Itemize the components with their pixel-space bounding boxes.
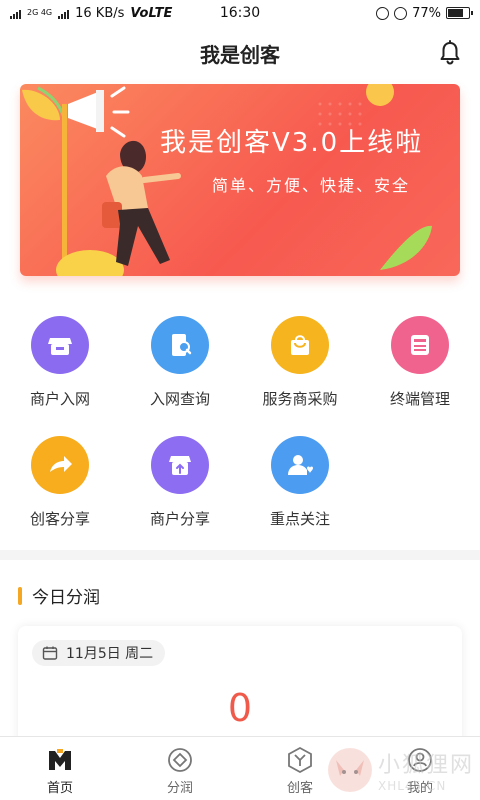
section-title: 今日分润 bbox=[32, 588, 100, 608]
shortcut-label: 终端管理 bbox=[389, 390, 450, 408]
status-right: 77% bbox=[376, 5, 473, 21]
diamond-icon bbox=[165, 745, 195, 775]
profit-amount: 0 bbox=[227, 686, 253, 730]
shortcut-onboard-query[interactable]: 入网查询 bbox=[120, 316, 240, 409]
fox-logo-icon bbox=[327, 748, 372, 792]
today-profit-card[interactable]: 11月5日 周二 0 bbox=[18, 626, 462, 746]
signal-icon-2 bbox=[58, 7, 70, 19]
watermark-domain: XHL45.CN bbox=[377, 779, 447, 793]
shortcut-merchant-onboard[interactable]: 商户入网 bbox=[0, 316, 120, 409]
app-screen: 2G 4G 16 KB/s VoLTE 16:30 77% 我是创客 我是创客V… bbox=[0, 0, 480, 800]
shortcut-label: 商户分享 bbox=[149, 510, 210, 528]
calendar-icon bbox=[42, 646, 58, 660]
promo-banner[interactable]: 我是创客V3.0上线啦 简单、方便、快捷、安全 bbox=[20, 84, 460, 276]
app-header: 我是创客 bbox=[0, 26, 480, 80]
tab-label: 分润 bbox=[166, 781, 193, 796]
lock-rotation-icon bbox=[376, 6, 390, 20]
search-phone-icon bbox=[151, 316, 209, 374]
tab-profit[interactable]: 分润 bbox=[120, 737, 240, 800]
status-left: 2G 4G 16 KB/s VoLTE bbox=[10, 6, 172, 21]
page-title: 我是创客 bbox=[200, 42, 280, 67]
date-text: 11月5日 周二 bbox=[66, 646, 154, 662]
section-accent-bar bbox=[18, 586, 22, 605]
shortcut-label: 创客分享 bbox=[29, 510, 90, 528]
shortcut-merchant-share[interactable]: 商户分享 bbox=[120, 436, 240, 529]
bell-icon[interactable] bbox=[438, 40, 462, 66]
network-speed: 16 KB/s bbox=[75, 5, 125, 21]
alarm-icon bbox=[394, 6, 408, 20]
shortcut-label: 服务商采购 bbox=[262, 390, 338, 408]
section-divider bbox=[0, 550, 480, 560]
hexagon-y-icon bbox=[285, 745, 315, 775]
volte-badge: VoLTE bbox=[130, 5, 173, 21]
today-profit-header: 今日分润 bbox=[18, 583, 100, 608]
watermark: 小狐狸网 XHL45.CN bbox=[326, 746, 474, 794]
battery-icon bbox=[446, 7, 473, 19]
status-bar: 2G 4G 16 KB/s VoLTE 16:30 77% bbox=[0, 0, 480, 26]
shortcut-terminal-manage[interactable]: 终端管理 bbox=[360, 316, 480, 409]
network-tag: 2G 4G bbox=[27, 8, 53, 17]
shopping-bag-icon bbox=[271, 316, 329, 374]
main-content: 我是创客V3.0上线啦 简单、方便、快捷、安全 商户入网 入网查询 服务商采购 … bbox=[0, 80, 480, 746]
tab-label: 创客 bbox=[286, 781, 313, 796]
battery-percent: 77% bbox=[412, 5, 441, 21]
share-arrow-icon bbox=[31, 436, 89, 494]
signal-icon bbox=[10, 7, 21, 19]
user-heart-icon bbox=[271, 436, 329, 494]
terminal-icon bbox=[391, 316, 449, 374]
shortcut-label: 商户入网 bbox=[29, 390, 90, 408]
watermark-text: 小狐狸网 bbox=[377, 753, 474, 778]
banner-headline: 我是创客V3.0上线啦 bbox=[160, 128, 424, 158]
home-m-icon bbox=[45, 745, 75, 775]
shortcut-maker-share[interactable]: 创客分享 bbox=[0, 436, 120, 529]
date-pill[interactable]: 11月5日 周二 bbox=[32, 640, 166, 666]
tab-label: 首页 bbox=[46, 781, 73, 796]
tab-home[interactable]: 首页 bbox=[0, 737, 120, 800]
banner-subline: 简单、方便、快捷、安全 bbox=[212, 176, 411, 195]
shortcut-key-focus[interactable]: 重点关注 bbox=[240, 436, 360, 529]
shortcut-label: 入网查询 bbox=[149, 390, 210, 408]
store-upload-icon bbox=[151, 436, 209, 494]
shortcut-label: 重点关注 bbox=[269, 510, 330, 528]
shortcut-provider-purchase[interactable]: 服务商采购 bbox=[240, 316, 360, 409]
store-icon bbox=[31, 316, 89, 374]
